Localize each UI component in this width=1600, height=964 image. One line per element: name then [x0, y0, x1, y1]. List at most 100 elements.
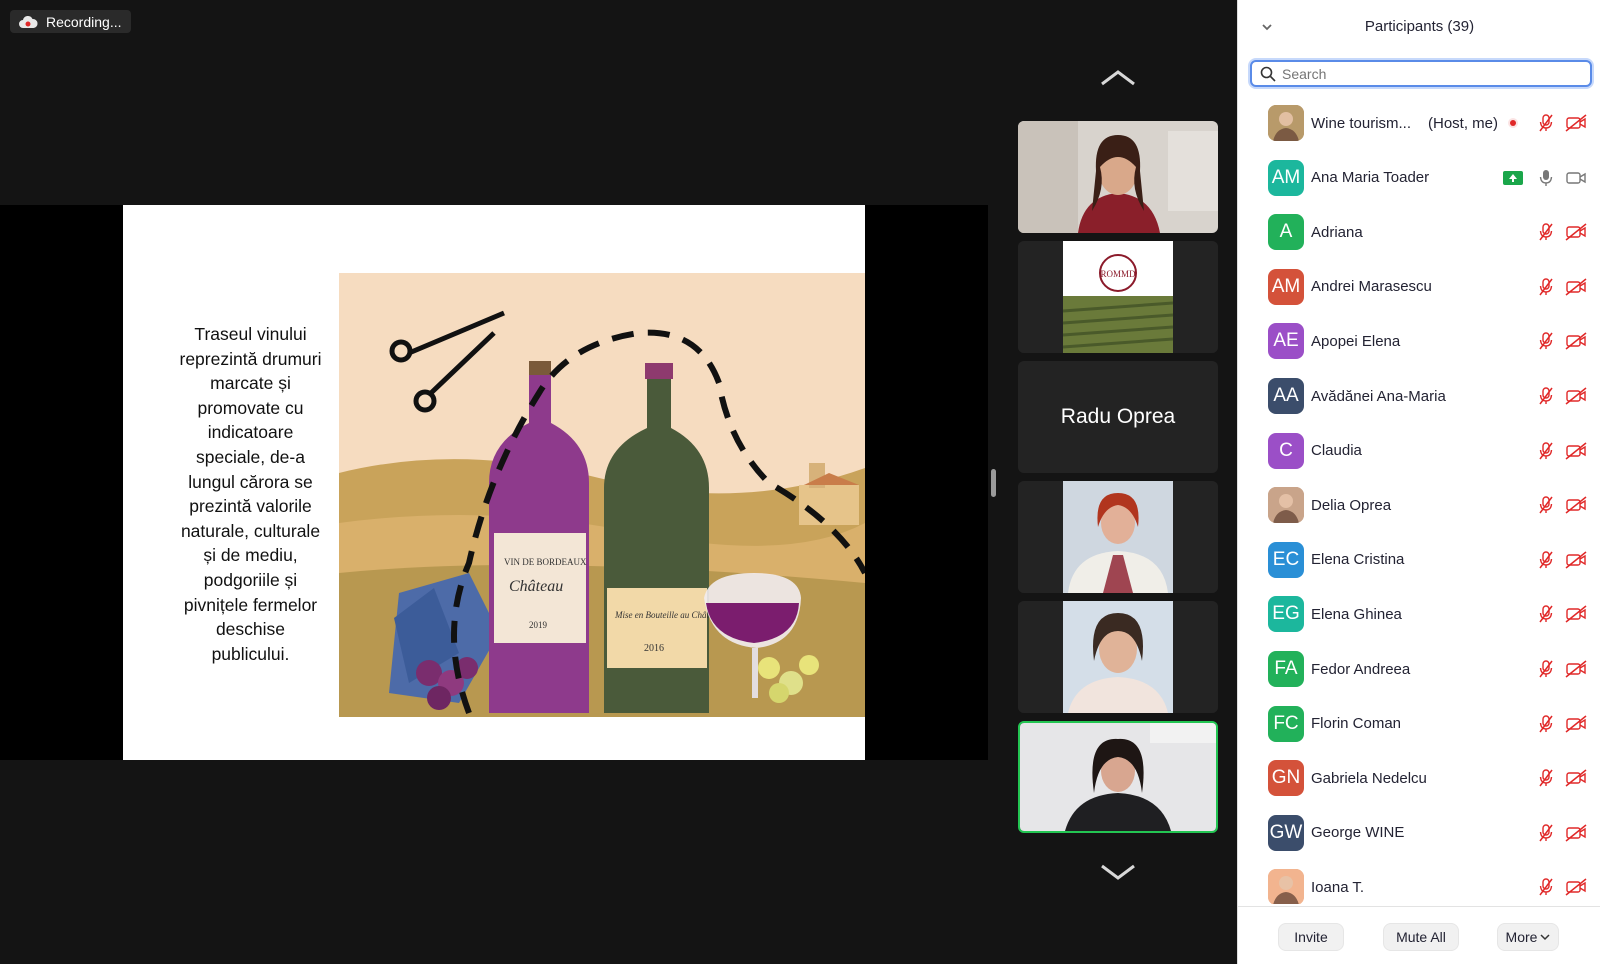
camera-off-icon[interactable] [1565, 824, 1587, 842]
avatar: GW [1268, 814, 1304, 851]
more-button[interactable]: More [1497, 923, 1559, 951]
mic-muted-icon[interactable] [1538, 441, 1554, 461]
video-tile-active-speaker[interactable] [1018, 721, 1218, 833]
mic-icon[interactable] [1538, 168, 1554, 188]
mic-muted-icon[interactable] [1538, 768, 1554, 788]
mute-all-button[interactable]: Mute All [1383, 923, 1459, 951]
participant-name: Delia Oprea [1311, 496, 1392, 514]
participant-row[interactable]: Ioana T. [1238, 860, 1600, 904]
slide-text-line: naturale, culturale [180, 520, 321, 541]
camera-off-icon[interactable] [1565, 715, 1587, 733]
participant-row[interactable]: EG Elena Ghinea [1238, 587, 1600, 641]
mic-muted-icon[interactable] [1538, 877, 1554, 897]
participant-name: Elena Ghinea [1311, 605, 1402, 623]
slide-text-line: podgoriile și [203, 569, 298, 590]
recording-indicator[interactable]: Recording... [10, 10, 132, 33]
video-tile[interactable] [1018, 481, 1218, 593]
camera-off-icon[interactable] [1565, 278, 1587, 296]
wine-illustration: VIN DE BORDEAUX Château 2019 Mise en Bou… [339, 273, 865, 717]
slide-text-line: reprezintă drumuri [179, 348, 322, 369]
participant-row[interactable]: FA Fedor Andreea [1238, 642, 1600, 696]
gallery-scroll-down-icon[interactable] [1099, 862, 1137, 882]
camera-off-icon[interactable] [1565, 496, 1587, 514]
mic-muted-icon[interactable] [1538, 331, 1554, 351]
camera-off-icon[interactable] [1565, 442, 1587, 460]
participant-row[interactable]: Delia Oprea [1238, 478, 1600, 532]
camera-off-icon[interactable] [1565, 878, 1587, 896]
participant-row[interactable]: GW George WINE [1238, 806, 1600, 860]
chevron-down-icon [1540, 934, 1550, 941]
bottle-label-text: 2019 [529, 620, 548, 630]
participant-row[interactable]: Wine tourism... (Host, me) [1238, 96, 1600, 150]
mic-muted-icon[interactable] [1538, 386, 1554, 406]
search-icon [1260, 66, 1276, 82]
slide-text-line: deschise [215, 619, 286, 640]
participant-row[interactable]: GN Gabriela Nedelcu [1238, 751, 1600, 805]
mic-muted-icon[interactable] [1538, 714, 1554, 734]
participant-row[interactable]: AE Apopei Elena [1238, 314, 1600, 368]
bottle-label-text: Château [509, 578, 563, 595]
participant-row[interactable]: AM Ana Maria Toader [1238, 151, 1600, 205]
participant-name: Adriana [1311, 223, 1363, 241]
camera-icon[interactable] [1565, 169, 1587, 187]
participant-video [1018, 121, 1218, 233]
video-tile[interactable] [1018, 601, 1218, 713]
participant-name: Elena Cristina [1311, 551, 1405, 569]
avatar: AE [1268, 323, 1304, 360]
camera-off-icon[interactable] [1565, 660, 1587, 678]
video-tile[interactable]: ROMMD [1018, 241, 1218, 353]
mic-muted-icon[interactable] [1538, 550, 1554, 570]
panel-footer: Invite Mute All More [1238, 906, 1600, 964]
participant-name: Florin Coman [1311, 715, 1402, 733]
participant-video [1018, 481, 1218, 593]
participant-row[interactable]: C Claudia [1238, 424, 1600, 478]
screen-share-icon [1503, 170, 1523, 185]
mic-muted-icon[interactable] [1538, 495, 1554, 515]
participant-row[interactable]: AA Avădănei Ana-Maria [1238, 369, 1600, 423]
participant-row[interactable]: FC Florin Coman [1238, 697, 1600, 751]
mic-muted-icon[interactable] [1538, 659, 1554, 679]
avatar: A [1268, 214, 1304, 251]
slide-text-line: marcate și [210, 373, 291, 394]
participant-name: Andrei Marasescu [1311, 278, 1432, 296]
search-field[interactable] [1250, 60, 1592, 87]
camera-off-icon[interactable] [1565, 605, 1587, 623]
participant-row[interactable]: EC Elena Cristina [1238, 533, 1600, 587]
participant-name: Wine tourism... [1311, 114, 1412, 132]
mic-muted-icon[interactable] [1538, 222, 1554, 242]
slide-text-line: promovate cu [197, 397, 304, 418]
participant-list[interactable]: Wine tourism... (Host, me) AM Ana Maria Toa… [1238, 96, 1600, 904]
camera-off-icon[interactable] [1565, 387, 1587, 405]
cloud-record-icon [19, 15, 38, 28]
mic-muted-icon[interactable] [1538, 277, 1554, 297]
slide-text-line: lungul cărora se [188, 471, 313, 492]
logo-text: ROMMD [1100, 269, 1136, 279]
camera-off-icon[interactable] [1565, 332, 1587, 350]
participant-name: Claudia [1311, 442, 1362, 460]
video-tile[interactable] [1018, 121, 1218, 233]
camera-off-icon[interactable] [1565, 223, 1587, 241]
participant-name: Ioana T. [1311, 878, 1365, 896]
resize-handle[interactable] [991, 469, 996, 497]
search-input[interactable] [1282, 65, 1572, 82]
bottle-label-text: Mise en Bouteille au Château [614, 610, 722, 620]
slide-text-line: prezintă valorile [189, 496, 312, 517]
participant-video [1018, 601, 1218, 713]
slide-text-line: publicului. [211, 643, 290, 664]
invite-button[interactable]: Invite [1278, 923, 1344, 951]
participant-name: Fedor Andreea [1311, 660, 1411, 678]
avatar: EG [1268, 596, 1304, 633]
video-tile[interactable]: Radu Oprea [1018, 361, 1218, 473]
mic-muted-icon[interactable] [1538, 604, 1554, 624]
mic-muted-icon[interactable] [1538, 823, 1554, 843]
mic-muted-icon[interactable] [1538, 113, 1554, 133]
gallery-scroll-up-icon[interactable] [1099, 68, 1137, 88]
camera-off-icon[interactable] [1565, 551, 1587, 569]
camera-off-icon[interactable] [1565, 769, 1587, 787]
participant-name: Gabriela Nedelcu [1311, 769, 1427, 787]
meeting-window: Recording... Traseul vinului reprezintă … [0, 0, 1600, 964]
participant-row[interactable]: A Adriana [1238, 205, 1600, 259]
camera-off-icon[interactable] [1565, 114, 1587, 132]
participants-panel: Participants (39) Wine tourism... (Host, … [1237, 0, 1600, 964]
participant-row[interactable]: AM Andrei Marasescu [1238, 260, 1600, 314]
